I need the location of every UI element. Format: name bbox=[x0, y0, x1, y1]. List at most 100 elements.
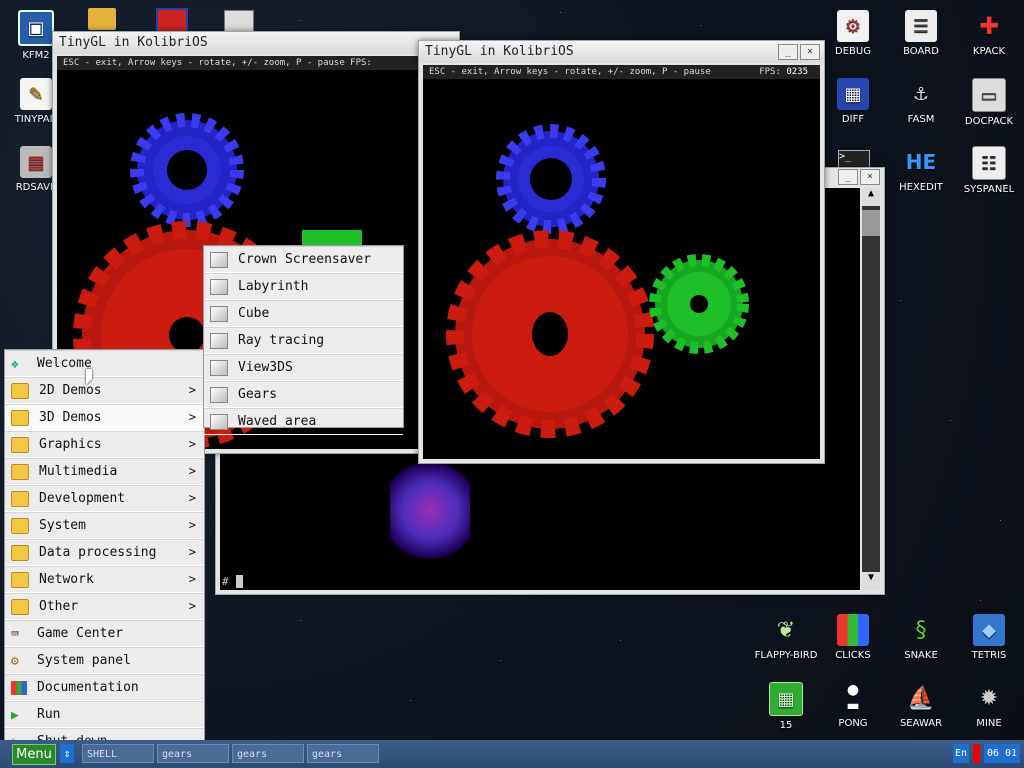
desktop-icon-debug[interactable]: ⚙ DEBUG bbox=[817, 10, 889, 57]
menu-item-development[interactable]: Development > bbox=[5, 485, 204, 512]
desktop-icon-hexedit[interactable]: HE HEXEDIT bbox=[885, 146, 957, 193]
desktop-icon-snake[interactable]: § SNAKE bbox=[885, 614, 957, 662]
submenu-item-waved-area[interactable]: Waved area bbox=[204, 408, 403, 435]
submenu-item-ray-tracing[interactable]: Ray tracing bbox=[204, 327, 403, 354]
menu-item-label: Data processing bbox=[39, 545, 157, 560]
desktop-icon-mine[interactable]: ✹ MINE bbox=[953, 682, 1024, 730]
minimize-button[interactable]: _ bbox=[838, 169, 858, 185]
menu-item-data-processing[interactable]: Data processing > bbox=[5, 539, 204, 566]
menu-item-label: System panel bbox=[37, 653, 131, 668]
desktop-icon-seawar[interactable]: ⛵ SEAWAR bbox=[885, 682, 957, 730]
cube-icon bbox=[210, 305, 228, 322]
desktop-icon-pong[interactable]: ● ▬ PONG bbox=[817, 682, 889, 729]
desktop-icon-docpack[interactable]: ▭ DOCPACK bbox=[953, 78, 1024, 127]
menu-item-graphics[interactable]: Graphics > bbox=[5, 431, 204, 458]
window-help-text: ESC - exit, Arrow keys - rotate, +/- zoo… bbox=[57, 56, 455, 70]
menu-item-other[interactable]: Other > bbox=[5, 593, 204, 620]
desktop-icon-label: DEBUG bbox=[835, 46, 871, 57]
submenu-item-crown-screensaver[interactable]: Crown Screensaver bbox=[204, 246, 403, 273]
desktop-icon-clicks[interactable]: CLICKS bbox=[817, 614, 889, 661]
window-title[interactable]: TinyGL in KolibriOS bbox=[53, 32, 459, 54]
desktop-icon-15[interactable]: ▦ 15 bbox=[750, 682, 822, 731]
desktop-icon-diff[interactable]: ▦ DIFF bbox=[817, 78, 889, 125]
folder-icon bbox=[11, 409, 29, 426]
submenu-arrow-icon: > bbox=[188, 410, 196, 424]
menu-item-label: View3DS bbox=[238, 360, 293, 375]
submenu-arrow-icon: > bbox=[188, 545, 196, 559]
clicks-icon bbox=[837, 614, 869, 646]
green-gear bbox=[649, 254, 749, 354]
folder-icon bbox=[11, 517, 29, 534]
gears-render bbox=[446, 124, 749, 438]
desktop-icon-label: RDSAVE bbox=[15, 182, 57, 193]
fps-value: 0235 bbox=[786, 67, 808, 77]
hexedit-icon: HE bbox=[905, 150, 937, 174]
cube-icon bbox=[210, 359, 228, 376]
menu-item-welcome[interactable]: ❖ Welcome bbox=[5, 350, 204, 377]
submenu-item-labyrinth[interactable]: Labyrinth bbox=[204, 273, 403, 300]
submenu-item-gears[interactable]: Gears bbox=[204, 381, 403, 408]
tinygl-window-front[interactable]: TinyGL in KolibriOS _ × ESC - exit, Arro… bbox=[418, 40, 825, 464]
window-help-text: ESC - exit, Arrow keys - rotate, +/- zoo… bbox=[423, 65, 820, 79]
menu-item-system-panel[interactable]: ⚙ System panel bbox=[5, 647, 204, 674]
text-cursor bbox=[236, 575, 243, 588]
scroll-thumb[interactable] bbox=[862, 210, 880, 236]
desktop-icon-label: MINE bbox=[976, 718, 1002, 729]
submenu-item-cube[interactable]: Cube bbox=[204, 300, 403, 327]
mine-icon: ✹ bbox=[979, 685, 999, 711]
desktop-icon-label: KFM2 bbox=[22, 50, 50, 61]
gamepad-icon: ⌨ bbox=[11, 626, 19, 642]
menu-item-label: Gears bbox=[238, 387, 278, 402]
gl-canvas[interactable] bbox=[423, 79, 820, 459]
menu-item-documentation[interactable]: Documentation bbox=[5, 674, 204, 701]
taskbar-button-shell[interactable]: SHELL bbox=[82, 744, 154, 763]
menu-item-label: Game Center bbox=[37, 626, 124, 641]
desktop-icon-flappy-bird[interactable]: ❦ FLAPPY-BIRD bbox=[750, 614, 822, 662]
menu-item-3d-demos[interactable]: 3D Demos > bbox=[5, 404, 204, 431]
scroll-down-button[interactable]: ▼ bbox=[862, 572, 880, 590]
desktop-icon-label: CLICKS bbox=[835, 650, 871, 661]
clock[interactable]: 06 01 bbox=[984, 744, 1020, 763]
menu-item-label: Waved area bbox=[238, 414, 317, 429]
submenu-item-view3ds[interactable]: View3DS bbox=[204, 354, 403, 381]
folder-icon bbox=[11, 463, 29, 480]
menu-item-run[interactable]: ▶ Run bbox=[5, 701, 204, 728]
notepad-icon: ✎ bbox=[20, 78, 52, 110]
desktop-icon-board[interactable]: ☰ BOARD bbox=[885, 10, 957, 57]
submenu-arrow-icon: > bbox=[188, 437, 196, 451]
desktop-icon-label: FLAPPY-BIRD bbox=[754, 650, 818, 661]
taskbar-button-gears[interactable]: gears bbox=[157, 744, 229, 763]
ramdisk-icon: ▤ bbox=[20, 146, 52, 178]
taskbar-button-gears[interactable]: gears bbox=[307, 744, 379, 763]
taskbar-button-gears[interactable]: gears bbox=[232, 744, 304, 763]
wrench-icon: ✚ bbox=[978, 12, 1000, 40]
menu-item-game-center[interactable]: ⌨ Game Center bbox=[5, 620, 204, 647]
menu-item-2d-demos[interactable]: 2D Demos > bbox=[5, 377, 204, 404]
desktop-icon-syspanel[interactable]: ☷ SYSPANEL bbox=[953, 146, 1024, 195]
desktop-icon-tetris[interactable]: ◆ TETRIS bbox=[953, 614, 1024, 661]
desktop-icon-partial[interactable] bbox=[224, 10, 254, 32]
minimize-button[interactable]: _ bbox=[778, 44, 798, 60]
scrollbar[interactable]: ▲ ▼ bbox=[862, 188, 880, 590]
desktop-icon-label: FASM bbox=[907, 114, 935, 125]
menu-item-system[interactable]: System > bbox=[5, 512, 204, 539]
menu-item-network[interactable]: Network > bbox=[5, 566, 204, 593]
cube-icon bbox=[210, 251, 228, 268]
scroll-up-button[interactable]: ▲ bbox=[862, 188, 880, 206]
menu-item-multimedia[interactable]: Multimedia > bbox=[5, 458, 204, 485]
menu-button[interactable]: Menu bbox=[12, 744, 56, 765]
language-indicator[interactable]: En bbox=[953, 744, 969, 763]
window-switch-icon[interactable]: ⇕ bbox=[60, 744, 74, 763]
menu-item-label: Welcome bbox=[37, 356, 92, 371]
desktop-icon-partial[interactable] bbox=[88, 8, 116, 30]
folder-icon bbox=[11, 571, 29, 588]
menu-item-label: Multimedia bbox=[39, 464, 118, 479]
desktop-icon-fasm[interactable]: ⚓ FASM bbox=[885, 78, 957, 126]
desktop-icon-kpack[interactable]: ✚ KPACK bbox=[953, 10, 1024, 57]
blue-gear bbox=[496, 124, 606, 234]
desktop-icon-label: DIFF bbox=[841, 114, 865, 125]
close-button[interactable]: × bbox=[800, 44, 820, 60]
close-button[interactable]: × bbox=[860, 169, 880, 185]
folder-icon bbox=[11, 490, 29, 507]
window-title[interactable]: TinyGL in KolibriOS bbox=[419, 41, 824, 63]
